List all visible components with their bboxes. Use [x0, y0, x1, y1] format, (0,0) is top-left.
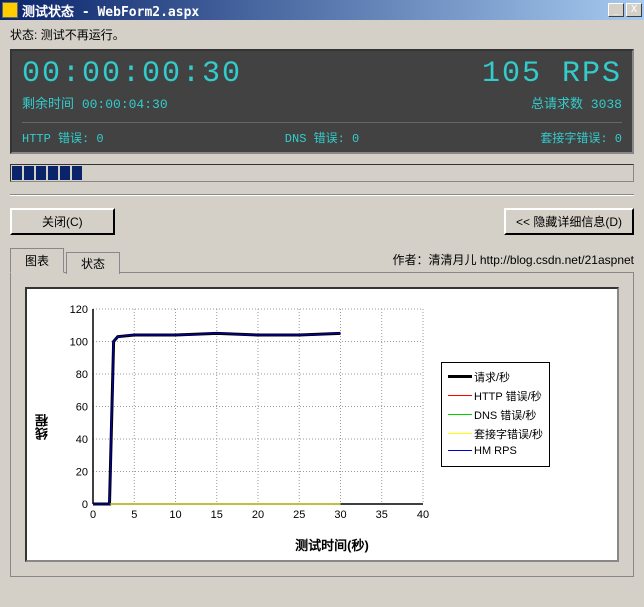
- tabs: 图表 状态 作者：清清月儿 http://blog.csdn.net/21asp…: [10, 247, 634, 273]
- status-value: 测试不再运行。: [41, 28, 125, 42]
- y-axis-label: 线程: [33, 414, 52, 440]
- panel-divider: [22, 122, 622, 123]
- content-area: 状态: 测试不再运行。 00:00:00:30 105 RPS 剩余时间 00:…: [0, 20, 644, 583]
- svg-text:25: 25: [293, 509, 305, 521]
- timer-value: 00:00:00:30: [22, 57, 242, 91]
- divider: [10, 194, 634, 196]
- svg-text:20: 20: [252, 509, 264, 521]
- close-button[interactable]: X: [626, 3, 642, 17]
- close-action-button[interactable]: 关闭(C): [10, 208, 115, 235]
- rps-value: 105 RPS: [482, 57, 622, 91]
- socket-error: 套接字错误: 0: [540, 129, 622, 146]
- minimize-button[interactable]: _: [608, 3, 624, 17]
- svg-text:15: 15: [211, 509, 223, 521]
- svg-text:120: 120: [70, 304, 88, 316]
- chart-plot: 0 5 10 15 20 25 30 35 40 0 20 40 60 80 100 120: [53, 299, 433, 529]
- legend-item: HM RPS: [448, 445, 543, 457]
- svg-text:30: 30: [334, 509, 346, 521]
- chart-container: 线程 0 5 10 15 20 25 30 35 40 0 20 40 60 80 100 120 请求/秒 H…: [10, 273, 634, 577]
- app-icon: [2, 2, 18, 18]
- svg-text:40: 40: [76, 434, 88, 446]
- dns-error: DNS 错误: 0: [285, 129, 359, 146]
- status-label: 状态:: [10, 28, 37, 42]
- svg-text:35: 35: [376, 509, 388, 521]
- svg-text:0: 0: [82, 499, 88, 511]
- titlebar[interactable]: 测试状态 - WebForm2.aspx _ X: [0, 0, 644, 20]
- http-error: HTTP 错误: 0: [22, 129, 104, 146]
- svg-text:80: 80: [76, 369, 88, 381]
- tab-status[interactable]: 状态: [66, 252, 120, 274]
- legend-item: 套接字错误/秒: [448, 426, 543, 442]
- total-req: 总请求数 3038: [531, 93, 622, 112]
- svg-text:20: 20: [76, 467, 88, 479]
- chart-frame: 线程 0 5 10 15 20 25 30 35 40 0 20 40 60 80 100 120 请求/秒 H…: [25, 287, 619, 562]
- svg-text:60: 60: [76, 402, 88, 414]
- x-axis-label: 测试时间(秒): [53, 535, 611, 554]
- chart-legend: 请求/秒 HTTP 错误/秒 DNS 错误/秒套接字错误/秒 HM RPS: [441, 362, 550, 467]
- stats-panel: 00:00:00:30 105 RPS 剩余时间 00:00:04:30 总请求…: [10, 49, 634, 154]
- progress-bar: [10, 164, 634, 182]
- tab-chart[interactable]: 图表: [10, 248, 64, 273]
- legend-item: DNS 错误/秒: [448, 407, 543, 423]
- status-line: 状态: 测试不再运行。: [10, 26, 634, 43]
- window-title: 测试状态 - WebForm2.aspx: [22, 1, 608, 20]
- remain-time: 剩余时间 00:00:04:30: [22, 93, 168, 112]
- svg-text:100: 100: [70, 337, 88, 349]
- svg-text:40: 40: [417, 509, 429, 521]
- legend-item: 请求/秒: [448, 369, 543, 385]
- svg-text:0: 0: [90, 509, 96, 521]
- svg-text:5: 5: [131, 509, 137, 521]
- svg-text:10: 10: [169, 509, 181, 521]
- hide-details-button[interactable]: << 隐藏详细信息(D): [504, 208, 634, 235]
- legend-item: HTTP 错误/秒: [448, 388, 543, 404]
- credit-text: 作者：清清月儿 http://blog.csdn.net/21aspnet: [393, 251, 634, 272]
